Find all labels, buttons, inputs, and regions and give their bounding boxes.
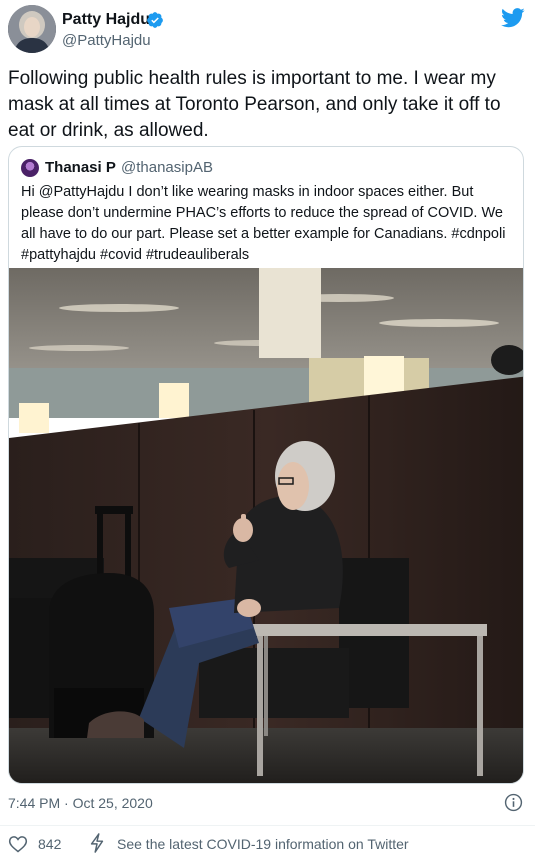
author-name[interactable]: Patty Hajdu xyxy=(62,10,150,30)
twitter-bird-icon[interactable] xyxy=(501,8,525,28)
quoted-tweet-text: Hi @PattyHajdu I don’t like wearing mask… xyxy=(21,184,506,263)
tweet-timestamp[interactable]: 7:44 PM · Oct 25, 2020 xyxy=(8,793,153,813)
tweet-text: Following public health rules is importa… xyxy=(8,68,501,141)
author-avatar[interactable] xyxy=(8,5,56,53)
quoted-author-name[interactable]: Thanasi P xyxy=(45,158,116,178)
quoted-author-avatar[interactable] xyxy=(21,159,39,177)
tweet-card: Patty Hajdu @PattyHajdu Following public… xyxy=(0,0,535,857)
verified-badge-icon xyxy=(147,12,163,28)
author-handle[interactable]: @PattyHajdu xyxy=(62,31,151,51)
quoted-tweet[interactable]: Thanasi P @thanasipAB Hi @PattyHajdu I d… xyxy=(8,146,524,784)
like-count[interactable]: 842 xyxy=(38,834,61,854)
footer-divider xyxy=(0,825,535,826)
quoted-author-handle[interactable]: @thanasipAB xyxy=(121,158,213,178)
quoted-tweet-photo[interactable] xyxy=(9,268,523,783)
info-icon[interactable] xyxy=(504,793,523,812)
covid-info-link[interactable]: See the latest COVID-19 information on T… xyxy=(117,834,409,854)
lightning-bolt-icon xyxy=(90,833,104,853)
heart-icon[interactable] xyxy=(8,834,28,854)
